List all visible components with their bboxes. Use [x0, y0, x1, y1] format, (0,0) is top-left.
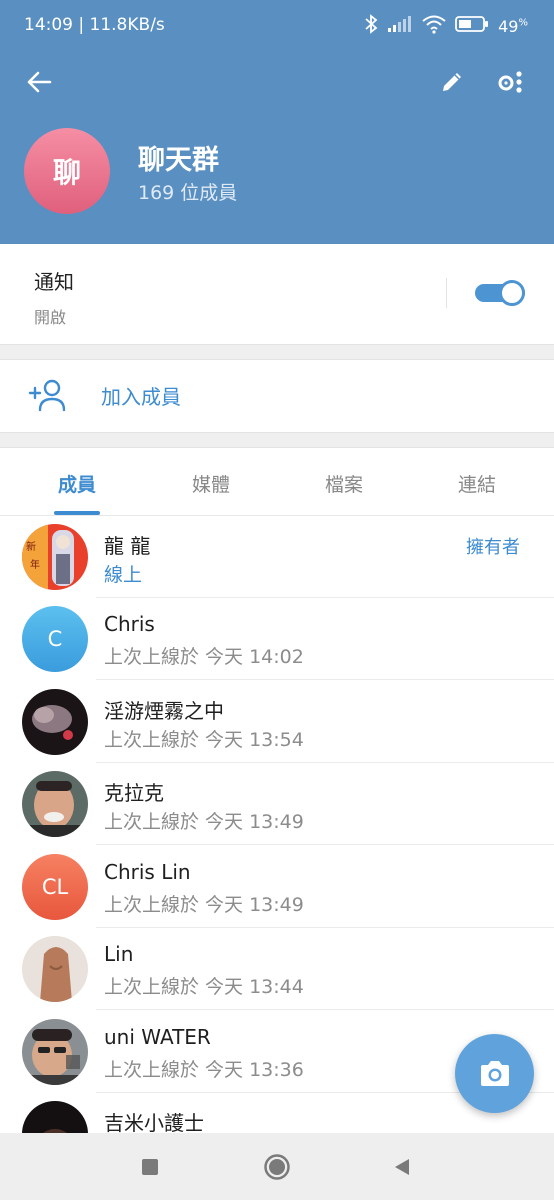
more-options-button[interactable]: [487, 58, 535, 106]
wifi-icon: [422, 14, 446, 38]
member-row[interactable]: CL Chris Lin 上次上線於 今天 13:49: [0, 846, 554, 928]
notifications-status: 開啟: [34, 308, 67, 327]
tab-files[interactable]: 檔案: [294, 470, 394, 497]
battery-value: 49: [498, 16, 519, 36]
member-name: uni WATER: [104, 1025, 211, 1049]
member-status: 上次上線於 今天 13:49: [104, 811, 304, 833]
avatar: 新 年: [22, 524, 88, 590]
notifications-title: 通知: [34, 270, 74, 294]
notifications-row[interactable]: 通知 開啟: [0, 244, 554, 344]
square-icon: [142, 1159, 158, 1175]
edit-button[interactable]: [428, 58, 476, 106]
active-tab-indicator: [54, 511, 100, 515]
camera-icon: [480, 1060, 509, 1086]
arrow-left-icon: [27, 71, 52, 93]
member-name: Chris: [104, 612, 155, 636]
avatar: [22, 1101, 88, 1133]
bluetooth-icon: [364, 14, 378, 38]
more-icon: [498, 71, 522, 93]
divider: [446, 278, 447, 308]
back-nav-button[interactable]: [388, 1153, 416, 1181]
member-name: Lin: [104, 942, 134, 966]
battery-percent: 49%: [498, 17, 528, 36]
recent-apps-button[interactable]: [136, 1153, 164, 1181]
home-button[interactable]: [263, 1153, 291, 1181]
avatar-initials: CL: [41, 875, 69, 899]
camera-button[interactable]: [455, 1034, 534, 1113]
status-icons: 49%: [355, 12, 528, 40]
svg-text:新: 新: [26, 540, 36, 553]
row-divider: [96, 679, 554, 680]
avatar: [22, 1019, 88, 1085]
battery-icon: [455, 15, 489, 37]
member-name: 吉米小護士: [104, 1111, 204, 1133]
member-status: 上次上線於 今天 13:54: [104, 729, 304, 751]
avatar: [22, 936, 88, 1002]
back-button[interactable]: [15, 58, 63, 106]
svg-text:年: 年: [30, 558, 40, 571]
tab-bar: 成員 媒體 檔案 連結: [0, 448, 554, 516]
group-header: 14:09 | 11.8KB/s 49% 聊 聊天群 169 位成員: [0, 0, 554, 244]
toggle-knob: [499, 280, 525, 306]
avatar: CL: [22, 854, 88, 920]
pencil-icon: [443, 73, 461, 91]
member-row[interactable]: 淫游煙霧之中 上次上線於 今天 13:54: [0, 681, 554, 763]
section-separator: [0, 432, 554, 448]
notifications-toggle[interactable]: [475, 280, 525, 306]
status-bar: 14:09 | 11.8KB/s 49%: [0, 0, 554, 52]
row-divider: [96, 844, 554, 845]
member-name: Chris Lin: [104, 860, 191, 884]
row-divider: [96, 1009, 554, 1010]
battery-unit: %: [518, 17, 528, 29]
triangle-back-icon: [395, 1159, 409, 1175]
member-status: 上次上線於 今天 13:44: [104, 976, 304, 998]
tab-members[interactable]: 成員: [27, 470, 127, 497]
member-row[interactable]: Lin 上次上線於 今天 13:44: [0, 928, 554, 1010]
avatar: C: [22, 606, 88, 672]
member-name: 克拉克: [104, 781, 164, 805]
circle-icon: [264, 1154, 290, 1180]
member-name: 龍 龍: [104, 534, 151, 558]
member-name: 淫游煙霧之中: [104, 699, 224, 723]
group-avatar[interactable]: 聊: [24, 128, 110, 214]
member-row[interactable]: 克拉克 上次上線於 今天 13:49: [0, 763, 554, 845]
member-status: 上次上線於 今天 14:02: [104, 646, 304, 668]
member-row[interactable]: 新 年 龍 龍 線上 擁有者: [0, 516, 554, 598]
avatar: [22, 689, 88, 755]
status-time: 14:09 | 11.8KB/s: [24, 15, 165, 35]
signal-icon: [387, 15, 413, 37]
system-nav-bar: [0, 1133, 554, 1200]
tab-media[interactable]: 媒體: [161, 470, 261, 497]
member-row[interactable]: C Chris 上次上線於 今天 14:02: [0, 598, 554, 680]
add-user-icon: [28, 379, 66, 412]
avatar: [22, 771, 88, 837]
member-role-badge: 擁有者: [466, 537, 520, 558]
member-status: 線上: [104, 564, 143, 586]
add-member-label: 加入成員: [101, 385, 181, 409]
group-title: 聊天群: [138, 145, 219, 176]
avatar-initials: C: [47, 627, 63, 651]
add-member-button[interactable]: 加入成員: [0, 360, 554, 432]
member-status: 上次上線於 今天 13:36: [104, 1059, 304, 1081]
section-separator: [0, 344, 554, 360]
group-avatar-letter: 聊: [52, 156, 81, 189]
member-count: 169 位成員: [138, 182, 238, 204]
member-status: 上次上線於 今天 13:49: [104, 894, 304, 916]
tab-links[interactable]: 連結: [427, 470, 527, 497]
